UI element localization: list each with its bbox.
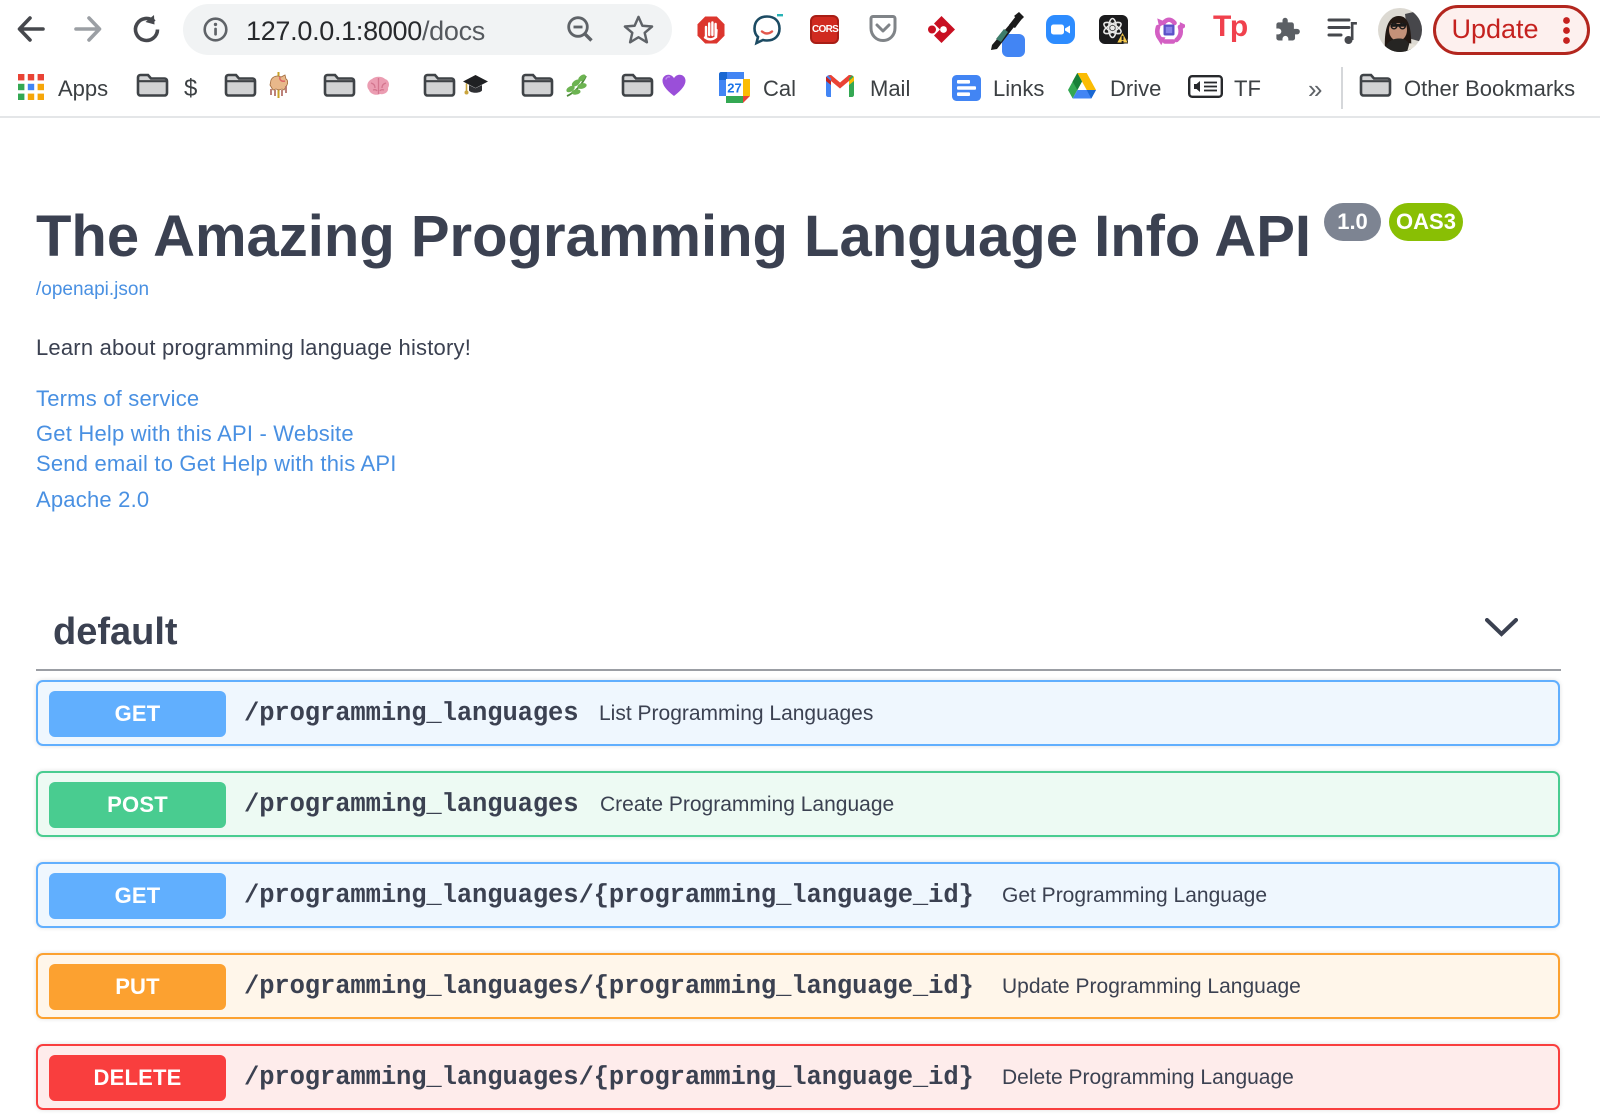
- svg-text:27: 27: [727, 81, 741, 96]
